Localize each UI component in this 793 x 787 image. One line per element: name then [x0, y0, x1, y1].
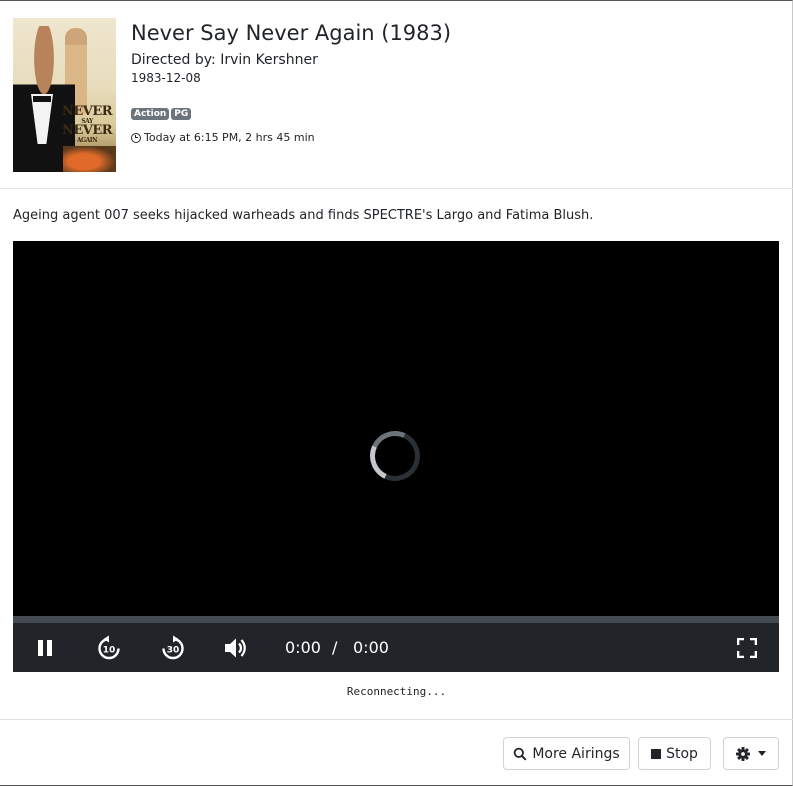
- search-icon: [514, 747, 527, 761]
- more-airings-button[interactable]: More Airings: [503, 737, 630, 770]
- poster-bowtie: [33, 96, 51, 102]
- skip-back-seconds: 10: [103, 645, 116, 655]
- stop-button[interactable]: Stop: [638, 737, 711, 770]
- rewind-10-icon: 10: [98, 635, 120, 659]
- fullscreen-icon: [737, 637, 757, 658]
- action-footer: More Airings Stop: [0, 719, 793, 787]
- poster-explosion: [63, 146, 116, 172]
- progress-bar[interactable]: [13, 616, 779, 623]
- duration-time: 0:00: [353, 638, 389, 657]
- loading-spinner-icon: [362, 423, 428, 489]
- poster-title-line: NEVER: [61, 123, 113, 138]
- settings-dropdown-button[interactable]: [723, 737, 779, 770]
- movie-director: Directed by: Irvin Kershner: [131, 52, 318, 68]
- poster-title-art: NEVER SAY NEVER AGAIN: [59, 104, 115, 144]
- badge-list: Action PG: [131, 108, 192, 120]
- time-separator: /: [332, 638, 338, 657]
- movie-title: Never Say Never Again (1983): [131, 21, 452, 45]
- genre-badge: Action: [131, 108, 170, 120]
- stop-icon: [651, 748, 662, 759]
- volume-button[interactable]: [223, 623, 251, 672]
- program-header: NEVER SAY NEVER AGAIN Never Say Never Ag…: [0, 1, 793, 189]
- poster-title-line: NEVER: [61, 104, 113, 119]
- more-airings-label: More Airings: [532, 745, 620, 762]
- poster-title-line: AGAIN: [76, 137, 98, 144]
- movie-poster: NEVER SAY NEVER AGAIN: [13, 18, 116, 172]
- pause-icon: [38, 639, 52, 656]
- stop-label: Stop: [666, 745, 698, 762]
- skip-forward-seconds: 30: [167, 645, 180, 655]
- gear-icon: [736, 746, 750, 761]
- airtime-text: Today at 6:15 PM, 2 hrs 45 min: [144, 131, 315, 144]
- movie-description: Ageing agent 007 seeks hijacked warheads…: [13, 208, 594, 223]
- rewind-10-button[interactable]: 10: [95, 623, 123, 672]
- video-player[interactable]: 10 30 0:00 / 0:00: [13, 241, 779, 672]
- volume-icon: [225, 638, 246, 657]
- pause-button[interactable]: [31, 623, 59, 672]
- chevron-down-icon: [758, 751, 766, 756]
- rating-badge: PG: [171, 108, 192, 120]
- forward-30-button[interactable]: 30: [159, 623, 187, 672]
- connection-status: Reconnecting...: [346, 685, 447, 698]
- airtime-info: Today at 6:15 PM, 2 hrs 45 min: [131, 131, 315, 144]
- current-time: 0:00: [285, 638, 321, 657]
- page-frame: NEVER SAY NEVER AGAIN Never Say Never Ag…: [0, 0, 793, 786]
- fullscreen-button[interactable]: [733, 623, 761, 672]
- clock-icon: [131, 132, 141, 143]
- forward-30-icon: 30: [162, 635, 184, 659]
- release-date: 1983-12-08: [131, 71, 201, 85]
- player-controls: 10 30 0:00 / 0:00: [13, 623, 779, 672]
